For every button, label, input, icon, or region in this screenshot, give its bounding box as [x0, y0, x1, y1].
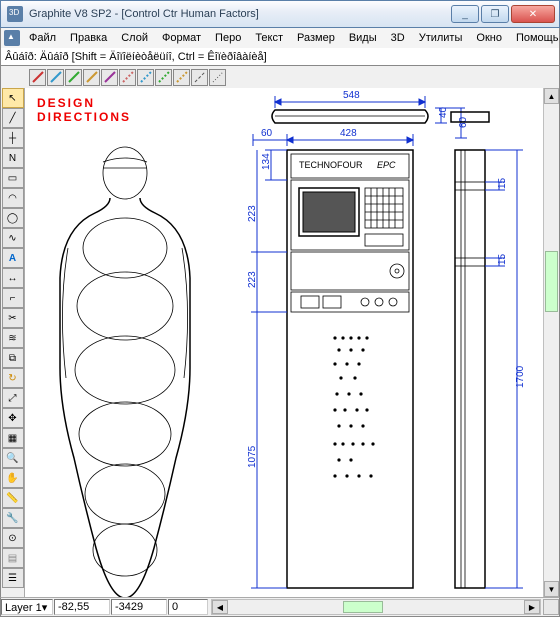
dim-15a: 15 — [497, 177, 508, 189]
dim-134: 134 — [261, 153, 272, 170]
window-buttons: _ ❐ ✕ — [451, 5, 557, 23]
console-side: 15 15 1700 — [451, 112, 526, 588]
menu-3d[interactable]: 3D — [385, 30, 411, 46]
menu-format[interactable]: Формат — [156, 30, 207, 46]
menu-bar: Файл Правка Слой Формат Перо Текст Разме… — [0, 28, 560, 48]
pen-style-6[interactable] — [137, 69, 154, 86]
tool-ellipse[interactable]: ◯ — [2, 208, 24, 228]
tool-palette: ↖ ╱ ┼ Ν ▭ ◠ ◯ ∿ A ↔ ⌐ ✂ ≋ ⧉ ↻ ⤢ ✥ ▦ 🔍 ✋ … — [1, 88, 25, 597]
tool-curve[interactable]: ∿ — [2, 228, 24, 248]
pen-style-1[interactable] — [47, 69, 64, 86]
scroll-left-button[interactable]: ◀ — [212, 600, 228, 614]
pen-style-10[interactable] — [209, 69, 226, 86]
command-hint: Âûáîð: Äûáîð [Shift = Äîïîëíèòåëüíî, Ctr… — [0, 48, 560, 66]
menu-size[interactable]: Размер — [291, 30, 341, 46]
dim-223b: 223 — [247, 271, 258, 288]
maximize-button[interactable]: ❐ — [481, 5, 509, 23]
tool-text[interactable]: A — [2, 248, 24, 268]
window-title: Graphite V8 SP2 - [Control Ctr Human Fac… — [27, 8, 451, 20]
dim-60l: 60 — [261, 128, 273, 139]
close-button[interactable]: ✕ — [511, 5, 555, 23]
tool-line[interactable]: ╱ — [2, 108, 24, 128]
vertical-scrollbar[interactable]: ▲ ▼ — [543, 88, 559, 597]
pen-style-0[interactable] — [29, 69, 46, 86]
menu-utilities[interactable]: Утилиты — [413, 30, 469, 46]
scroll-right-button[interactable]: ▶ — [524, 600, 540, 614]
tool-select-arrow[interactable]: ↖ — [2, 88, 24, 108]
tool-measure[interactable]: 📏 — [2, 488, 24, 508]
command-hint-text: Âûáîð: Äûáîð [Shift = Äîïîëíèòåëüíî, Ctr… — [5, 51, 267, 63]
window-titlebar: Graphite V8 SP2 - [Control Ctr Human Fac… — [0, 0, 560, 28]
menu-edit[interactable]: Правка — [64, 30, 113, 46]
menu-views[interactable]: Виды — [343, 30, 383, 46]
resize-grip[interactable] — [543, 599, 559, 615]
dim-1700: 1700 — [515, 365, 526, 388]
human-figure — [60, 147, 190, 597]
pen-style-7[interactable] — [155, 69, 172, 86]
cad-drawing: 548 40 60 60 — [25, 88, 543, 597]
console-front: 548 40 60 60 — [247, 90, 469, 588]
pen-toolbar — [0, 66, 560, 88]
workspace: ↖ ╱ ┼ Ν ▭ ◠ ◯ ∿ A ↔ ⌐ ✂ ≋ ⧉ ↻ ⤢ ✥ ▦ 🔍 ✋ … — [0, 88, 560, 597]
minimize-button[interactable]: _ — [451, 5, 479, 23]
scroll-up-button[interactable]: ▲ — [544, 88, 559, 104]
menu-pen[interactable]: Перо — [209, 30, 247, 46]
tool-fillet[interactable]: ⌐ — [2, 288, 24, 308]
pen-style-5[interactable] — [119, 69, 136, 86]
status-bar: Layer 1▾ -82,55 -3429 0 ◀ ▶ — [0, 597, 560, 617]
doc-icon — [4, 30, 20, 46]
tool-zoom[interactable]: 🔍 — [2, 448, 24, 468]
drawing-canvas[interactable]: DESIGN DIRECTIONS — [25, 88, 543, 597]
menu-text[interactable]: Текст — [249, 30, 289, 46]
brand-label: TECHNOFOUR — [299, 160, 363, 170]
tool-layer[interactable]: ☰ — [2, 568, 24, 588]
tool-trim[interactable]: ✂ — [2, 308, 24, 328]
tool-rotate[interactable]: ↻ — [2, 368, 24, 388]
tool-hatch[interactable]: ▦ — [2, 428, 24, 448]
dim-1075: 1075 — [247, 445, 258, 468]
pen-style-8[interactable] — [173, 69, 190, 86]
menu-window[interactable]: Окно — [470, 30, 508, 46]
vscroll-thumb[interactable] — [545, 251, 558, 312]
tool-arc[interactable]: ◠ — [2, 188, 24, 208]
pen-style-9[interactable] — [191, 69, 208, 86]
dim-548: 548 — [343, 90, 360, 101]
coord-y[interactable]: -3429 — [111, 599, 167, 615]
tool-dim-linear[interactable]: ↔ — [2, 268, 24, 288]
app-icon — [7, 6, 23, 22]
coord-z[interactable]: 0 — [168, 599, 208, 615]
pen-style-2[interactable] — [65, 69, 82, 86]
tool-wrench[interactable]: 🔧 — [2, 508, 24, 528]
pen-style-4[interactable] — [101, 69, 118, 86]
coord-x[interactable]: -82,55 — [54, 599, 110, 615]
hscroll-thumb[interactable] — [343, 601, 382, 613]
scroll-down-button[interactable]: ▼ — [544, 581, 559, 597]
tool-move[interactable]: ✥ — [2, 408, 24, 428]
dim-15b: 15 — [497, 253, 508, 265]
horizontal-scrollbar[interactable]: ◀ ▶ — [211, 599, 541, 615]
vent-dots — [333, 336, 374, 477]
tool-perp-line[interactable]: ┼ — [2, 128, 24, 148]
tool-pan[interactable]: ✋ — [2, 468, 24, 488]
tool-mirror[interactable]: ⧉ — [2, 348, 24, 368]
tool-snap[interactable]: ⊙ — [2, 528, 24, 548]
dim-40: 40 — [438, 106, 449, 118]
dim-428: 428 — [340, 128, 357, 139]
pen-style-3[interactable] — [83, 69, 100, 86]
layer-selector[interactable]: Layer 1▾ — [1, 599, 53, 615]
menu-help[interactable]: Помощь — [510, 30, 560, 46]
tool-rect[interactable]: ▭ — [2, 168, 24, 188]
model-label: EPC — [377, 160, 396, 170]
tool-polyline[interactable]: Ν — [2, 148, 24, 168]
tool-offset[interactable]: ≋ — [2, 328, 24, 348]
tool-scale[interactable]: ⤢ — [2, 388, 24, 408]
menu-layer[interactable]: Слой — [115, 30, 154, 46]
menu-file[interactable]: Файл — [23, 30, 62, 46]
dim-223a: 223 — [247, 205, 258, 222]
tool-grid[interactable]: ▤ — [2, 548, 24, 568]
